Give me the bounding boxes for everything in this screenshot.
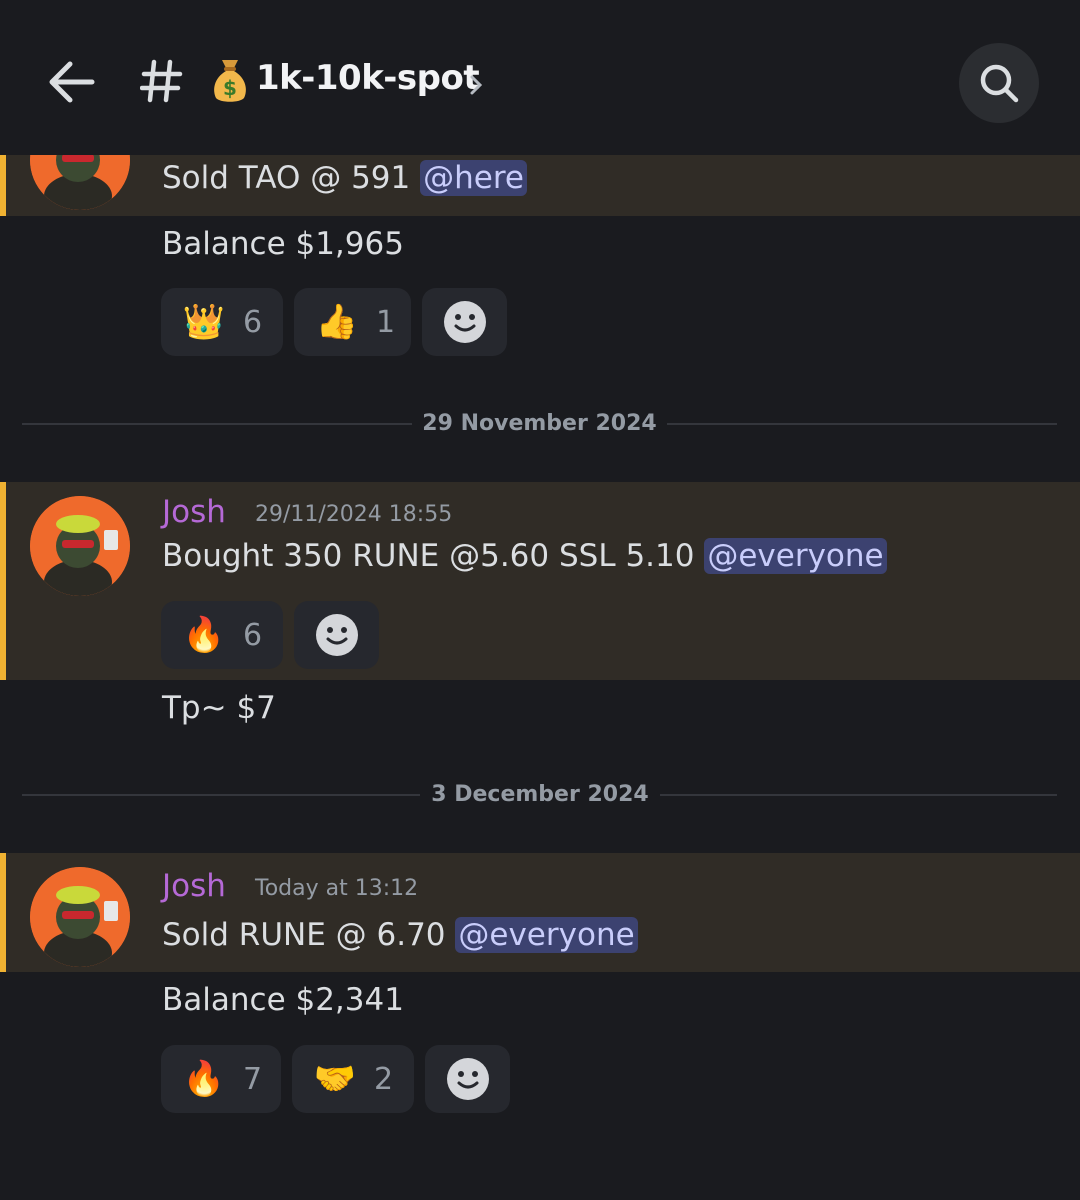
divider-line (660, 794, 1057, 796)
message-text: Tp~ $7 (162, 690, 276, 726)
mention-here[interactable]: @here (420, 160, 527, 196)
channel-name[interactable]: 1k-10k-spot (256, 58, 480, 98)
divider-line (22, 794, 420, 796)
smiley-icon (446, 1058, 489, 1100)
smiley-icon (315, 614, 358, 656)
add-reaction-button[interactable] (422, 288, 507, 356)
message-text: Balance $2,341 (162, 982, 404, 1018)
message-text: Bought 350 RUNE @5.60 SSL 5.10 @everyone (162, 538, 887, 574)
svg-text:$: $ (223, 76, 237, 100)
avatar[interactable] (30, 496, 130, 596)
crown-icon: 👑 (182, 302, 226, 342)
search-icon (980, 64, 1019, 103)
channel-header: $ 1k-10k-spot (0, 0, 1080, 155)
chevron-right-icon[interactable] (468, 72, 484, 98)
date-divider: 29 November 2024 (422, 411, 657, 436)
mention-everyone[interactable]: @everyone (704, 538, 887, 574)
thumbs-up-icon: 👍 (315, 302, 359, 342)
arrow-left-icon (49, 61, 95, 103)
search-button[interactable] (959, 43, 1039, 123)
divider-line (22, 423, 412, 425)
reaction-thumbs-up[interactable]: 👍 1 (294, 288, 411, 356)
reaction-count: 7 (243, 1061, 263, 1097)
reaction-count: 1 (376, 304, 396, 340)
back-button[interactable] (42, 52, 102, 112)
reaction-count: 2 (374, 1061, 394, 1097)
smiley-icon (443, 301, 486, 343)
hash-icon (140, 59, 183, 103)
timestamp: Today at 13:12 (255, 876, 419, 901)
message-text: Sold RUNE @ 6.70 @everyone (162, 917, 638, 953)
money-bag-icon: $ (214, 60, 246, 102)
avatar[interactable] (30, 867, 130, 967)
message-text: Sold TAO @ 591 @here (162, 160, 527, 196)
reaction-fire[interactable]: 🔥 6 (161, 601, 283, 669)
mention-everyone[interactable]: @everyone (455, 917, 638, 953)
divider-line (667, 423, 1057, 425)
add-reaction-button[interactable] (294, 601, 379, 669)
date-divider: 3 December 2024 (431, 782, 649, 807)
timestamp: 29/11/2024 18:55 (255, 502, 453, 527)
fire-icon: 🔥 (182, 615, 226, 655)
reaction-crown[interactable]: 👑 6 (161, 288, 283, 356)
bear-avatar-icon (30, 496, 130, 596)
reaction-count: 6 (243, 304, 263, 340)
reaction-handshake[interactable]: 🤝 2 (292, 1045, 414, 1113)
add-reaction-button[interactable] (425, 1045, 510, 1113)
username[interactable]: Josh (162, 868, 226, 904)
reaction-fire[interactable]: 🔥 7 (161, 1045, 281, 1113)
bear-avatar-icon (30, 867, 130, 967)
message-text: Balance $1,965 (162, 226, 404, 262)
username[interactable]: Josh (162, 494, 226, 530)
handshake-icon: 🤝 (313, 1059, 357, 1099)
reaction-count: 6 (243, 617, 263, 653)
fire-icon: 🔥 (182, 1059, 226, 1099)
